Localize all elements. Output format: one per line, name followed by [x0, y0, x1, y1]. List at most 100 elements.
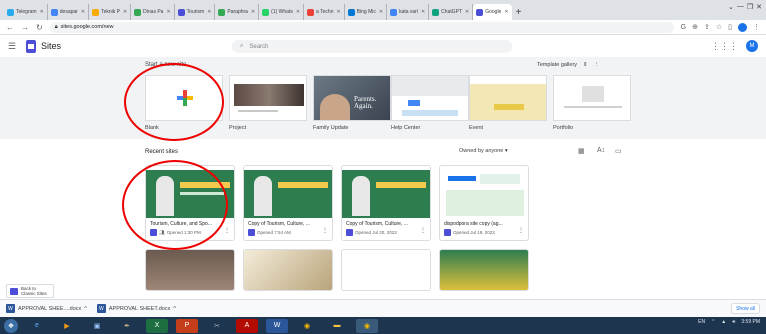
volume-icon[interactable]: 🔊︎ [732, 319, 735, 325]
clock[interactable]: 3:59 PM [741, 319, 760, 325]
network-icon[interactable]: ▲ [721, 319, 726, 325]
main-menu-icon[interactable]: ☰ [8, 41, 22, 52]
close-icon[interactable]: ✕ [166, 9, 170, 15]
zoom-icon[interactable]: ⊕ [692, 23, 698, 31]
site-thumbnail [244, 166, 332, 218]
restore-icon[interactable]: ❐ [747, 3, 753, 11]
close-icon[interactable]: ✕ [421, 9, 425, 15]
share-icon[interactable]: ⇪ [704, 23, 710, 31]
tab-search-icon[interactable]: ⌄ [728, 3, 734, 11]
browser-tab[interactable]: Teknik P ✕ [89, 4, 132, 20]
media-player-icon[interactable]: ▶ [56, 319, 78, 333]
acrobat-icon[interactable]: A [236, 318, 258, 333]
more-icon[interactable]: ⋮ [224, 227, 230, 234]
sort-az-icon[interactable]: A↕ [597, 147, 605, 154]
template-gallery-label: Template gallery [537, 62, 578, 68]
chevron-up-icon[interactable]: ^ [84, 306, 87, 312]
browser-tab[interactable]: desapar ✕ [48, 4, 90, 20]
recent-site-card[interactable]: dispodpora site copy (ag... Opened Jul 1… [439, 165, 529, 241]
browser-tab-active[interactable]: Google ✕ [473, 4, 512, 20]
close-icon[interactable]: ✕ [465, 9, 469, 15]
search-input[interactable]: ⌕ Search [232, 40, 512, 53]
pen-icon[interactable]: ✒ [116, 319, 138, 333]
word-icon[interactable]: W [266, 318, 288, 333]
template-event[interactable]: Event [469, 75, 547, 131]
close-icon[interactable]: ✕ [296, 9, 300, 15]
recent-site-card[interactable]: Copy of Tourism, Culture, ... Opened 7:5… [243, 165, 333, 241]
site-thumbnail [440, 166, 528, 218]
new-tab-button[interactable]: + [512, 4, 526, 20]
language-indicator[interactable]: EN [698, 319, 705, 325]
close-window-icon[interactable]: ✕ [756, 3, 762, 11]
settings-icon[interactable]: ▣ [86, 319, 108, 333]
chrome-icon[interactable]: ◉ [296, 319, 318, 333]
back-icon[interactable]: ← [6, 23, 14, 32]
browser-tab[interactable]: Tourism ✕ [175, 4, 216, 20]
browser-tab[interactable]: Bing Mic ✕ [345, 4, 388, 20]
folder-icon[interactable]: ▭ [615, 147, 622, 155]
menu-icon[interactable]: ⋮ [753, 23, 760, 31]
list-view-icon[interactable]: ▦ [578, 147, 585, 155]
reload-icon[interactable]: ↻ [36, 23, 43, 32]
template-family-update[interactable]: Parents. Again. Family Update [313, 75, 391, 131]
start-icon[interactable]: ❖ [4, 318, 18, 333]
whatsapp-icon [262, 8, 270, 16]
close-icon[interactable]: ✕ [504, 9, 508, 15]
google-lens-icon[interactable]: G [681, 24, 686, 31]
shield-icon [134, 8, 142, 16]
download-item[interactable]: W APPROVAL SHEE....docx ^ [6, 304, 87, 313]
more-icon[interactable]: ⋮ [594, 62, 600, 68]
browser-tab[interactable]: ChatGPT ✕ [429, 4, 474, 20]
forward-icon[interactable]: → [21, 23, 29, 32]
template-project[interactable]: Project [229, 75, 307, 131]
profile-avatar[interactable] [738, 22, 747, 32]
browser-tab[interactable]: Dinas Pa ✕ [131, 4, 175, 20]
classic-sites-button[interactable]: Back to Classic Sites [6, 284, 54, 298]
site-thumbnail [342, 250, 430, 290]
close-icon[interactable]: ✕ [207, 9, 211, 15]
ie-icon[interactable]: e [26, 319, 48, 333]
toolbar-icons: G ⊕ ⇪ ☆ ▯ ⋮ [681, 22, 760, 32]
more-icon[interactable]: ⋮ [518, 227, 524, 234]
chevron-up-icon[interactable]: ^ [173, 306, 176, 312]
chevron-up-icon[interactable]: ⌃ [711, 319, 715, 325]
template-gallery-toggle[interactable]: Template gallery ⇕ ⋮ [537, 62, 599, 68]
close-icon[interactable]: ✕ [123, 9, 127, 15]
google-apps-icon[interactable]: ⋮⋮⋮ [711, 41, 738, 52]
recent-site-card[interactable]: Copy of Tourism, Culture, ... Opened Jul… [341, 165, 431, 241]
browser-tab[interactable]: (1) Whats ✕ [259, 4, 305, 20]
url-input[interactable]: 🔒︎ sites.google.com/new [49, 21, 674, 33]
download-item[interactable]: W APPROVAL SHEET.docx ^ [96, 304, 176, 313]
minimize-icon[interactable]: — [737, 3, 744, 11]
template-help-center[interactable]: Help Center [391, 75, 469, 131]
snipping-icon[interactable]: ✂ [206, 319, 228, 333]
more-icon[interactable]: ⋮ [420, 227, 426, 234]
show-all-button[interactable]: Show all [731, 303, 760, 314]
close-icon[interactable]: ✕ [81, 9, 85, 15]
close-icon[interactable]: ✕ [379, 9, 383, 15]
recent-site-card[interactable] [341, 249, 431, 291]
browser-tab[interactable]: kata vari ✕ [387, 4, 430, 20]
close-icon[interactable]: ✕ [251, 9, 255, 15]
close-icon[interactable]: ✕ [40, 9, 44, 15]
site-thumbnail [146, 250, 234, 290]
more-icon[interactable]: ⋮ [322, 227, 328, 234]
chrome-active-icon[interactable]: ◉ [356, 318, 378, 333]
sidebar-icon[interactable]: ▯ [728, 23, 732, 31]
file-explorer-icon[interactable]: ▬ [326, 319, 348, 333]
template-portfolio[interactable]: Portfolio [553, 75, 631, 131]
browser-tab[interactable]: a Techn ✕ [304, 4, 345, 20]
browser-tab[interactable]: Paraphra ✕ [215, 4, 260, 20]
excel-icon[interactable]: X [146, 318, 168, 333]
account-avatar[interactable]: M [746, 40, 758, 52]
recent-site-card[interactable] [145, 249, 235, 291]
recent-site-card[interactable] [243, 249, 333, 291]
browser-tab[interactable]: Telegram ✕ [4, 4, 48, 20]
owner-filter-dropdown[interactable]: Owned by anyone ▾ [459, 148, 508, 154]
powerpoint-icon[interactable]: P [176, 318, 198, 333]
star-icon[interactable]: ☆ [716, 23, 722, 31]
lock-icon: 🔒︎ [54, 23, 58, 30]
template-section: Start a new site Template gallery ⇕ ⋮ Bl… [0, 57, 766, 139]
close-icon[interactable]: ✕ [336, 9, 340, 15]
recent-site-card[interactable] [439, 249, 529, 291]
